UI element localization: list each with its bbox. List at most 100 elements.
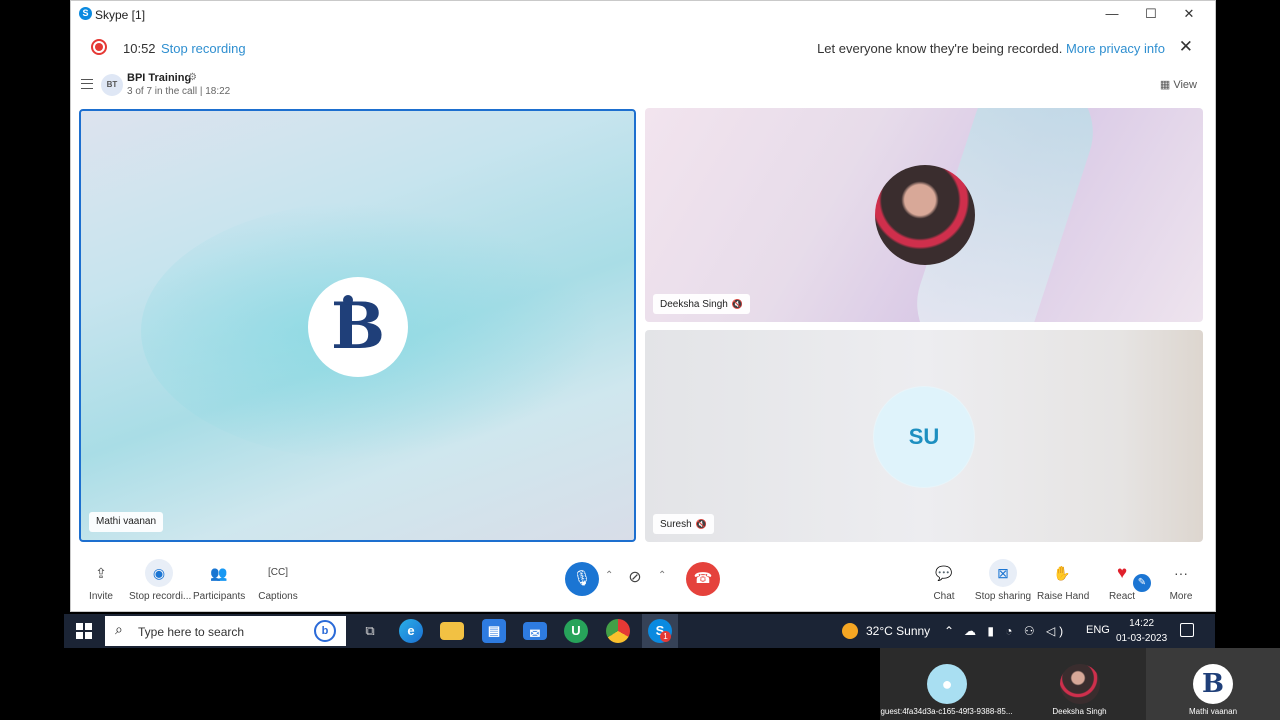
mic-muted-icon: 🔇 — [731, 299, 744, 309]
call-header: BT BPI Training ⚙ 3 of 7 in the call | 1… — [71, 71, 1215, 101]
react-label: React — [1108, 591, 1136, 602]
close-button[interactable]: ✕ — [1178, 5, 1200, 23]
stop-recording-link[interactable]: Stop recording — [161, 41, 246, 56]
window-title: Skype [1] — [95, 8, 146, 22]
captions-button[interactable]: [CC] Captions — [256, 559, 300, 602]
file-explorer-icon[interactable] — [440, 622, 464, 640]
privacy-info-link[interactable]: More privacy info — [1066, 41, 1165, 56]
edge-icon[interactable]: e — [399, 619, 423, 643]
invite-label: Invite — [89, 591, 113, 602]
stop-sharing-button[interactable]: ⊠ Stop sharing — [973, 559, 1033, 602]
microphone-button[interactable]: 🎙 — [565, 562, 599, 596]
participant-name-tag: Suresh 🔇 — [653, 514, 714, 534]
invite-button[interactable]: ⇪ Invite — [83, 559, 119, 602]
chat-label: Chat — [933, 591, 955, 602]
notifications-icon[interactable] — [1180, 623, 1194, 637]
call-subtitle: 3 of 7 in the call | 18:22 — [127, 86, 231, 97]
participants-icon: 👥 — [210, 565, 228, 581]
system-tray-icons[interactable]: ☁ ▮ ◔ ⚇ ◁) — [964, 624, 1067, 638]
participant-name: Deeksha Singh — [660, 299, 728, 310]
stop-sharing-label: Stop sharing — [974, 591, 1032, 602]
raise-hand-button[interactable]: ✋ Raise Hand — [1037, 559, 1090, 602]
more-label: More — [1169, 591, 1193, 602]
stop-recording-label: Stop recordi... — [129, 591, 192, 602]
captions-label: Captions — [258, 591, 298, 602]
camera-off-button[interactable]: ⊘ — [623, 567, 647, 591]
mail-icon[interactable]: ✉ — [523, 622, 547, 641]
task-view-icon[interactable]: ⧉ — [358, 619, 382, 643]
minimize-button[interactable]: — — [1101, 5, 1123, 23]
video-tile-deeksha[interactable]: Deeksha Singh 🔇 — [645, 108, 1203, 322]
call-title[interactable]: BPI Training — [127, 72, 191, 84]
group-avatar[interactable]: BT — [101, 74, 123, 96]
strip-tile-guest[interactable]: ● guest:4fa34d3a-c165-49f3-9388-85... — [880, 648, 1013, 720]
recording-message-text: Let everyone know they're being recorded… — [817, 41, 1063, 56]
bing-icon[interactable]: b — [314, 620, 336, 642]
screen-share-icon: ⊠ — [989, 559, 1017, 587]
windows-taskbar: ⌕ Type here to search b ⧉ e ▤ ✉ U S 1 32… — [64, 614, 1215, 648]
store-icon[interactable]: ▤ — [482, 619, 506, 643]
close-banner-icon[interactable]: ✕ — [1179, 37, 1193, 57]
participant-name: Suresh — [660, 519, 692, 530]
strip-label: Mathi vaanan — [1188, 707, 1238, 716]
search-icon: ⌕ — [115, 621, 123, 637]
recording-time: 10:52 — [123, 41, 156, 56]
recording-icon — [91, 39, 107, 55]
hand-icon: ✋ — [1053, 565, 1071, 581]
chevron-up-icon[interactable]: ⌃ — [944, 624, 954, 638]
participant-name-tag: Mathi vaanan — [89, 512, 164, 532]
view-button[interactable]: ▦ View — [1160, 78, 1197, 91]
bpi-logo-icon: B — [1193, 664, 1233, 704]
recording-banner: 10:52 Stop recording Let everyone know t… — [71, 29, 1215, 67]
taskbar-clock[interactable]: 14:22 01-03-2023 — [1116, 616, 1167, 646]
chat-button[interactable]: 💬 Chat — [926, 559, 962, 602]
strip-label: guest:4fa34d3a-c165-49f3-9388-85... — [880, 707, 1013, 716]
upwork-icon[interactable]: U — [564, 619, 588, 643]
meeting-participant-strip: ● guest:4fa34d3a-c165-49f3-9388-85... De… — [880, 648, 1280, 720]
skype-logo-icon: S — [79, 7, 92, 20]
bpi-logo-icon: B — [308, 277, 408, 377]
mic-muted-icon: 🔇 — [695, 519, 707, 529]
pencil-icon[interactable]: ✎ — [1133, 574, 1151, 592]
microphone-icon: 🎙 — [572, 570, 592, 587]
camera-options-chevron-icon[interactable]: ⌃ — [658, 570, 666, 581]
search-placeholder: Type here to search — [138, 625, 245, 639]
grid-icon: ▦ — [1159, 79, 1171, 91]
more-button[interactable]: ··· More — [1163, 559, 1199, 602]
phone-hangup-icon: ☎ — [693, 570, 713, 587]
language-indicator[interactable]: ENG — [1086, 624, 1110, 636]
camera-off-icon: ⊘ — [628, 569, 642, 586]
windows-start-icon[interactable] — [76, 623, 92, 639]
menu-icon[interactable] — [81, 79, 93, 89]
user-icon: ● — [927, 664, 967, 704]
raise-hand-label: Raise Hand — [1037, 591, 1090, 602]
skype-window: S Skype [1] — ☐ ✕ 10:52 Stop recording L… — [70, 0, 1216, 612]
record-icon: ◉ — [145, 559, 173, 587]
share-icon: ⇪ — [95, 565, 107, 581]
maximize-button[interactable]: ☐ — [1140, 5, 1162, 23]
clock-date: 01-03-2023 — [1116, 633, 1168, 644]
stop-recording-button[interactable]: ◉ Stop recordi... — [129, 559, 192, 602]
participants-button[interactable]: 👥 Participants — [193, 559, 245, 602]
chrome-icon[interactable] — [606, 619, 630, 643]
hang-up-button[interactable]: ☎ — [686, 562, 720, 596]
strip-tile-deeksha[interactable]: Deeksha Singh — [1013, 648, 1146, 720]
title-bar: S Skype [1] — ☐ ✕ — [71, 1, 1215, 28]
strip-label: Deeksha Singh — [1052, 707, 1107, 716]
chat-icon: 💬 — [935, 565, 953, 581]
strip-tile-mathi[interactable]: B Mathi vaanan — [1146, 648, 1280, 720]
view-label: View — [1173, 79, 1197, 91]
more-icon: ··· — [1174, 565, 1188, 581]
taskbar-search[interactable]: ⌕ Type here to search b — [105, 616, 346, 646]
weather-sun-icon[interactable] — [842, 623, 858, 639]
participant-photo — [1060, 664, 1100, 704]
video-tile-main[interactable]: B Mathi vaanan — [79, 109, 636, 542]
participant-photo — [875, 165, 975, 265]
recording-message: Let everyone know they're being recorded… — [817, 41, 1165, 56]
video-tile-suresh[interactable]: SU Suresh 🔇 — [645, 330, 1203, 542]
mic-options-chevron-icon[interactable]: ⌃ — [605, 570, 613, 581]
participant-name-tag: Deeksha Singh 🔇 — [653, 294, 751, 314]
skype-notification-badge: 1 — [660, 631, 671, 642]
settings-icon[interactable]: ⚙ — [188, 72, 197, 83]
weather-text[interactable]: 32°C Sunny — [866, 624, 930, 638]
